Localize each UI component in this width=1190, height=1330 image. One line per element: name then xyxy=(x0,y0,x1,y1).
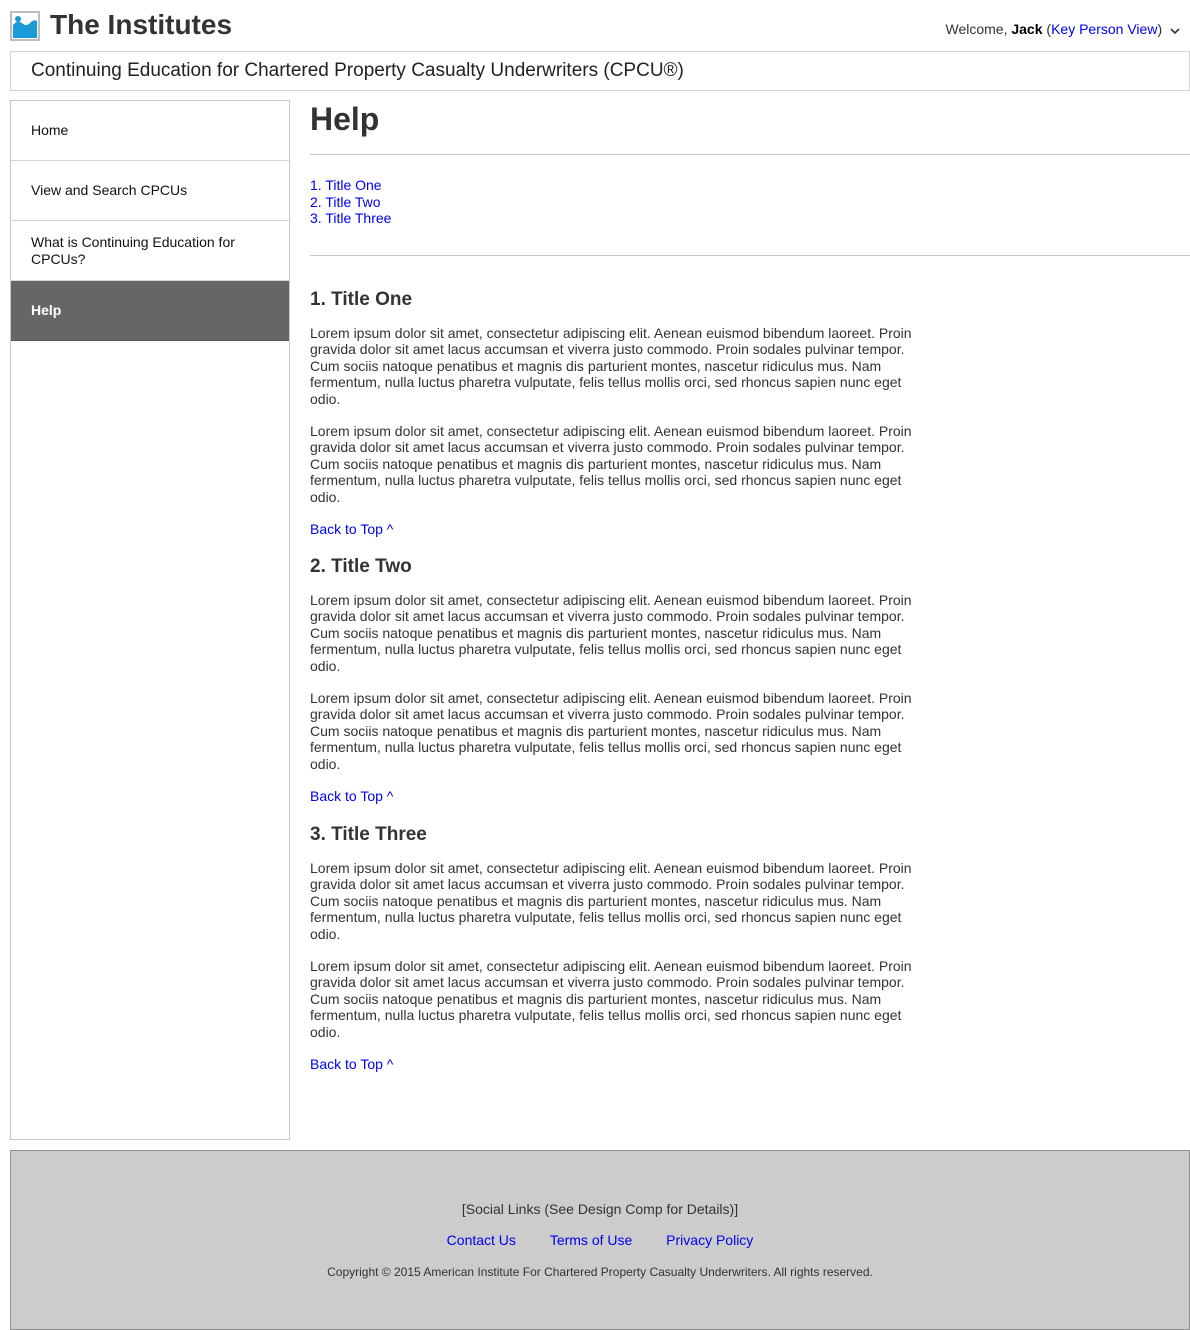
back-to-top-link[interactable]: Back to Top ^ xyxy=(310,1056,393,1072)
sidebar-nav: Home View and Search CPCUs What is Conti… xyxy=(10,100,290,1140)
help-section-title-three: 3. Title Three Lorem ipsum dolor sit ame… xyxy=(310,824,930,1074)
program-title-bar: Continuing Education for Chartered Prope… xyxy=(10,51,1190,91)
user-name: Jack xyxy=(1011,21,1043,37)
section-heading: 3. Title Three xyxy=(310,824,427,845)
welcome-area: Welcome, Jack (Key Person View) xyxy=(945,20,1180,39)
sidebar-item-label: What is Continuing Education for CPCUs? xyxy=(31,233,235,267)
sidebar-item-view-search-cpcus[interactable]: View and Search CPCUs xyxy=(11,161,289,221)
page-title: Help xyxy=(310,101,380,137)
social-links-placeholder: [Social Links (See Design Comp for Detai… xyxy=(461,1201,739,1217)
site-footer: [Social Links (See Design Comp for Detai… xyxy=(10,1150,1190,1330)
sidebar-item-label: View and Search CPCUs xyxy=(31,182,188,198)
close-paren: ) xyxy=(1157,21,1163,37)
section-paragraph: Lorem ipsum dolor sit amet, consectetur … xyxy=(310,325,912,407)
terms-of-use-link[interactable]: Terms of Use xyxy=(550,1232,632,1248)
toc-link-title-one[interactable]: 1. Title One xyxy=(310,177,391,194)
section-paragraph: Lorem ipsum dolor sit amet, consectetur … xyxy=(310,690,912,772)
program-title: Continuing Education for Chartered Prope… xyxy=(31,60,684,81)
contact-us-link[interactable]: Contact Us xyxy=(447,1232,516,1248)
sidebar-item-home[interactable]: Home xyxy=(11,101,289,161)
section-paragraph: Lorem ipsum dolor sit amet, consectetur … xyxy=(310,592,912,674)
chevron-down-icon[interactable] xyxy=(1170,21,1180,39)
divider xyxy=(310,154,1190,155)
toc-link-title-two[interactable]: 2. Title Two xyxy=(310,194,391,211)
section-paragraph: Lorem ipsum dolor sit amet, consectetur … xyxy=(310,423,912,505)
section-heading: 1. Title One xyxy=(310,289,413,310)
key-person-view-link[interactable]: Key Person View xyxy=(1051,21,1157,37)
section-paragraph: Lorem ipsum dolor sit amet, consectetur … xyxy=(310,860,912,942)
copyright-notice: Copyright © 2015 American Institute For … xyxy=(327,1265,873,1279)
sidebar-item-label: Home xyxy=(31,122,69,138)
site-header: The Institutes Welcome, Jack (Key Person… xyxy=(10,9,1190,42)
sidebar-item-label: Help xyxy=(31,302,62,318)
back-to-top-link[interactable]: Back to Top ^ xyxy=(310,788,393,804)
back-to-top-link[interactable]: Back to Top ^ xyxy=(310,521,393,537)
image-placeholder-icon[interactable] xyxy=(10,11,40,41)
welcome-prefix: Welcome, xyxy=(945,21,1012,37)
privacy-policy-link[interactable]: Privacy Policy xyxy=(666,1232,753,1248)
section-heading: 2. Title Two xyxy=(310,556,412,577)
open-paren: ( xyxy=(1042,21,1052,37)
toc-link-title-three[interactable]: 3. Title Three xyxy=(310,210,391,227)
sidebar-item-help[interactable]: Help xyxy=(11,281,289,341)
help-section-title-two: 2. Title Two Lorem ipsum dolor sit amet,… xyxy=(310,556,930,806)
divider xyxy=(310,255,1190,256)
section-paragraph: Lorem ipsum dolor sit amet, consectetur … xyxy=(310,958,912,1040)
help-section-title-one: 1. Title One Lorem ipsum dolor sit amet,… xyxy=(310,289,930,539)
footer-links: Contact Us Terms of Use Privacy Policy xyxy=(11,1232,1189,1248)
brand-title[interactable]: The Institutes xyxy=(50,9,232,41)
table-of-contents: 1. Title One 2. Title Two 3. Title Three xyxy=(310,177,391,227)
sidebar-item-what-is-ce[interactable]: What is Continuing Education for CPCUs? xyxy=(11,221,289,281)
